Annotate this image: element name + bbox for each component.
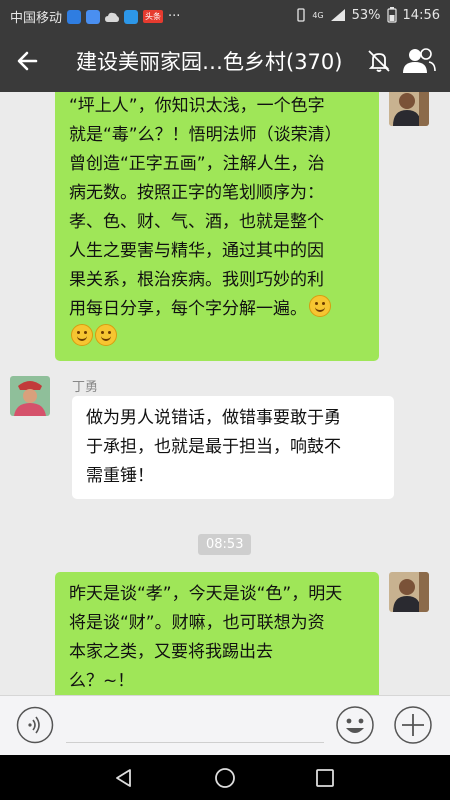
message-line: 昨天是谈“孝”，今天是谈“色”，明天 [69,584,343,604]
avatar-photo [389,572,429,612]
avatar[interactable] [10,376,50,416]
smile-emoji-icon [309,295,331,317]
message-line-text: 用每日分享，每个字分解一遍。 [69,299,307,319]
group-members-icon[interactable] [402,46,436,76]
status-bar: 中国移动 头条 ··· 4G 53% 14:56 [0,0,450,30]
timestamp: 08:53 [198,534,252,555]
vibrate-icon [297,8,305,22]
message-line: 曾创造“正字五画”，注解人生，治 [69,154,325,174]
chat-message-list[interactable]: “坪上人”，你知识太浅，一个色字 就是“毒”么？！悟明法师（谈荣清） 曾创造“正… [0,92,450,695]
network-type-label: 4G [312,10,324,20]
app-notification-icon [67,9,82,24]
avatar[interactable] [389,572,429,612]
message-line: 将是谈“财”。财嘛，也可联想为资 [69,613,325,633]
battery-percent: 53% [351,7,381,23]
message-line: 病无数。按照正字的笔划顺序为： [69,183,324,203]
message-bubble-self[interactable]: “坪上人”，你知识太浅，一个色字 就是“毒”么？！悟明法师（谈荣清） 曾创造“正… [55,92,379,361]
smile-emoji-icon [71,324,93,346]
emoji-line [69,324,367,353]
message-line: 本家之类，又要将我踢出去 [69,642,273,662]
message-line: 做为男人说错话，做错事要敢于勇 [86,408,341,428]
nav-recents-icon[interactable] [315,768,335,788]
message-bubble-self[interactable]: 昨天是谈“孝”，今天是谈“色”，明天 将是谈“财”。财嘛，也可联想为资 本家之类… [55,572,379,695]
emoji-icon[interactable] [335,705,375,745]
chat-input-bar [0,695,450,755]
message-text-input[interactable] [66,742,324,743]
toutiao-badge: 头条 [143,10,164,23]
avatar-photo [10,376,50,416]
more-plus-icon[interactable] [393,705,433,745]
message-line: 人生之要害与精华，通过其中的因 [69,241,324,261]
message-line: 么？~！ [69,671,135,691]
message-line: “坪上人”，你知识太浅，一个色字 [69,96,325,116]
mute-bell-icon[interactable] [366,48,392,74]
system-navigation-bar [0,755,450,800]
message-line: 于承担，也就是最于担当，响鼓不 [86,437,341,457]
nav-home-icon[interactable] [214,767,236,789]
more-notifications-label: ··· [168,9,181,24]
message-line: 孝、色、财、气、酒，也就是整个 [69,212,324,232]
smile-emoji-icon [95,324,117,346]
message-line: 果关系，根治疾病。我则巧妙的利 [69,270,324,290]
chat-title[interactable]: 建设美丽家园…色乡村(370) [76,46,342,76]
avatar[interactable] [389,92,429,126]
telegram-icon [124,9,139,24]
status-bar-left: 中国移动 头条 ··· [10,7,180,26]
carrier-label: 中国移动 [10,11,63,26]
clock: 14:56 [402,7,440,23]
back-arrow-icon[interactable] [14,46,44,76]
app-notification-icon [86,9,101,24]
cloud-icon [105,12,120,22]
status-bar-right: 4G 53% 14:56 [296,7,440,23]
avatar-photo [389,92,429,126]
sender-name: 丁勇 [72,380,99,395]
nav-back-icon[interactable] [114,768,134,788]
message-line: 需重锤！ [86,466,154,486]
battery-icon [386,7,397,23]
chat-header: 建设美丽家园…色乡村(370) [0,30,450,92]
message-line: 用每日分享，每个字分解一遍。 [69,295,367,324]
message-bubble-other[interactable]: 做为男人说错话，做错事要敢于勇 于承担，也就是最于担当，响鼓不 需重锤！ [72,396,394,499]
voice-input-icon[interactable] [16,706,54,744]
message-line: 就是“毒”么？！悟明法师（谈荣清） [69,125,342,145]
signal-icon [330,9,345,21]
